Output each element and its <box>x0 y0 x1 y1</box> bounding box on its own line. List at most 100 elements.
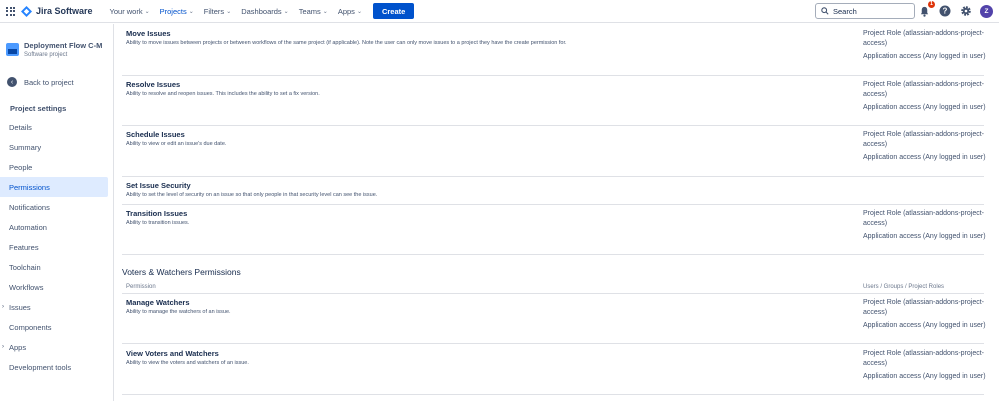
chevron-right-icon: › <box>2 344 4 350</box>
project-header[interactable]: Deployment Flow C-M Software project <box>0 24 113 58</box>
permission-description: Ability to transition issues. <box>126 220 190 226</box>
nav-filters[interactable]: Filters ⌄ <box>199 7 236 16</box>
permission-row: Resolve Issues Ability to resolve and re… <box>126 80 986 111</box>
grant-entry: Project Role (atlassian-addons-project-a… <box>863 131 984 148</box>
settings-button[interactable] <box>959 4 973 18</box>
row-divider <box>122 125 984 126</box>
user-avatar[interactable]: Z <box>980 4 993 18</box>
grant-entry: Application access (Any logged in user) <box>863 154 986 161</box>
sidebar-item-label: Apps <box>9 342 27 352</box>
back-label: Back to project <box>24 77 74 87</box>
sidebar-section-title: Project settings <box>10 104 67 113</box>
row-divider <box>122 75 984 76</box>
logo-text: Jira Software <box>36 6 93 16</box>
grant-entry: Application access (Any logged in user) <box>863 104 986 111</box>
row-divider <box>122 343 984 344</box>
sidebar-item-label: Issues <box>9 302 31 312</box>
permission-name: Schedule Issues <box>126 130 185 139</box>
chevron-down-icon: ⌄ <box>356 8 362 15</box>
sidebar-item-workflows[interactable]: Workflows <box>0 277 113 297</box>
nav-label: Apps <box>337 6 355 16</box>
permission-row: Schedule Issues Ability to view or edit … <box>126 130 986 161</box>
sidebar-item-details[interactable]: Details <box>0 117 113 137</box>
permission-description: Ability to view or edit an issue's due d… <box>126 141 227 147</box>
nav-teams[interactable]: Teams ⌄ <box>294 7 333 16</box>
notifications-button[interactable]: 1 <box>917 1 935 18</box>
row-divider <box>122 176 984 177</box>
help-button[interactable]: ? <box>938 4 952 18</box>
grant-entry: Project Role (atlassian-addons-project-a… <box>863 299 984 316</box>
permission-row: Manage Watchers Ability to manage the wa… <box>126 298 986 329</box>
arrow-left-icon: ‹ <box>7 77 17 87</box>
sidebar-item-development-tools[interactable]: Development tools <box>0 357 113 377</box>
row-divider <box>122 394 984 395</box>
search-icon <box>821 7 829 15</box>
grant-entry: Project Role (atlassian-addons-project-a… <box>863 81 984 98</box>
nav-your-work[interactable]: Your work ⌄ <box>105 7 155 16</box>
sidebar-item-features[interactable]: Features <box>0 237 113 257</box>
sidebar-item-toolchain[interactable]: Toolchain <box>0 257 113 277</box>
sidebar-item-notifications[interactable]: Notifications <box>0 197 113 217</box>
permission-description: Ability to set the level of security on … <box>126 192 378 198</box>
grant-entry: Application access (Any logged in user) <box>863 53 986 60</box>
nav-label: Filters <box>203 6 225 16</box>
nav-label: Teams <box>298 6 321 16</box>
nav-apps[interactable]: Apps ⌄ <box>333 7 367 16</box>
app-switcher-icon[interactable] <box>6 6 15 16</box>
permission-description: Ability to view the voters and watchers … <box>126 360 249 366</box>
grant-entry: Project Role (atlassian-addons-project-a… <box>863 30 984 47</box>
permission-row: Set Issue Security Ability to set the le… <box>126 181 984 198</box>
project-type: Software project <box>24 52 68 58</box>
create-button[interactable]: Create <box>372 3 415 19</box>
nav-label: Your work <box>109 6 143 16</box>
permission-description: Ability to move issues between projects … <box>126 40 567 46</box>
permission-name: Set Issue Security <box>126 181 191 190</box>
row-divider <box>122 204 984 205</box>
back-to-project-link[interactable]: ‹ Back to project <box>7 77 113 87</box>
permission-name: Resolve Issues <box>126 80 181 89</box>
permission-row: Move Issues Ability to move issues betwe… <box>126 29 986 60</box>
project-sidebar: Deployment Flow C-M Software project ‹ B… <box>0 24 114 401</box>
sidebar-item-issues[interactable]: › Issues <box>0 297 113 317</box>
chevron-down-icon: ⌄ <box>322 8 328 15</box>
top-navigation: Jira Software Your work ⌄ Projects ⌄ Filte… <box>0 0 999 23</box>
permission-name: View Voters and Watchers <box>126 349 219 358</box>
sidebar-item-people[interactable]: People <box>0 157 113 177</box>
column-header-permission: Permission <box>126 284 156 290</box>
chevron-down-icon: ⌄ <box>144 8 150 15</box>
gear-icon <box>961 6 971 16</box>
jira-logo[interactable]: Jira Software <box>21 5 93 17</box>
svg-text:?: ? <box>943 7 948 16</box>
search-placeholder: Search <box>833 6 857 16</box>
bell-icon <box>920 6 928 17</box>
permission-description: Ability to manage the watchers of an iss… <box>126 309 231 315</box>
chevron-right-icon: › <box>2 304 4 310</box>
nav-label: Dashboards <box>241 6 282 16</box>
section-divider <box>122 254 984 255</box>
sidebar-item-permissions[interactable]: Permissions <box>0 177 108 197</box>
grant-entry: Application access (Any logged in user) <box>863 373 986 380</box>
permission-name: Manage Watchers <box>126 298 190 307</box>
notification-badge: 1 <box>928 1 935 8</box>
sidebar-item-summary[interactable]: Summary <box>0 137 113 157</box>
sidebar-item-automation[interactable]: Automation <box>0 217 113 237</box>
grant-entry: Application access (Any logged in user) <box>863 233 986 240</box>
grant-entry: Project Role (atlassian-addons-project-a… <box>863 350 984 367</box>
nav-label: Projects <box>159 6 187 16</box>
grant-entry: Application access (Any logged in user) <box>863 322 986 329</box>
permission-row: View Voters and Watchers Ability to view… <box>126 349 986 380</box>
column-header-grants: Users / Groups / Project Roles <box>863 284 945 290</box>
permission-description: Ability to resolve and reopen issues. Th… <box>126 91 320 97</box>
permission-name: Move Issues <box>126 29 171 38</box>
nav-dashboards[interactable]: Dashboards ⌄ <box>236 7 293 16</box>
chevron-down-icon: ⌄ <box>283 8 289 15</box>
sidebar-item-components[interactable]: Components <box>0 317 113 337</box>
header-divider <box>122 293 984 294</box>
nav-projects[interactable]: Projects ⌄ <box>155 7 199 16</box>
search-input[interactable]: Search <box>815 3 915 19</box>
permission-name: Transition Issues <box>126 209 188 218</box>
grant-entry: Project Role (atlassian-addons-project-a… <box>863 210 984 227</box>
sidebar-item-apps[interactable]: › Apps <box>0 337 113 357</box>
permissions-content: Move Issues Ability to move issues betwe… <box>114 24 999 401</box>
jira-logo-icon <box>21 5 32 17</box>
